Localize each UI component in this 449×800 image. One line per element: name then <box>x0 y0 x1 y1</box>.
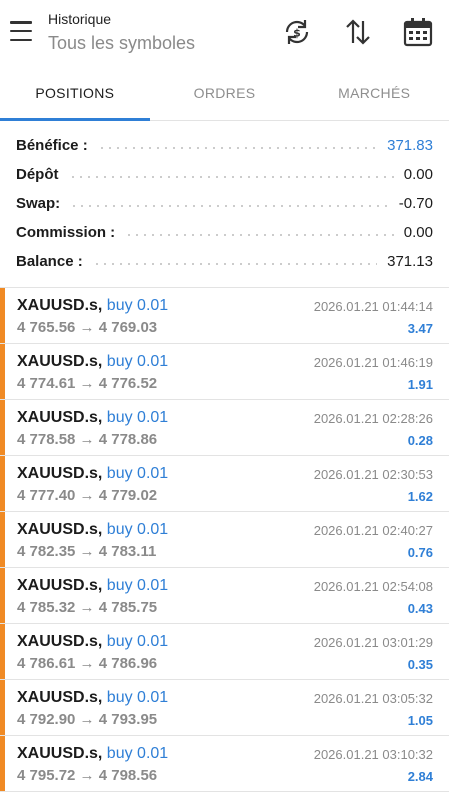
trade-side: buy 0.01 <box>106 297 169 314</box>
open-price: 4 778.58 <box>17 431 76 448</box>
trade-time: 2026.01.21 02:30:53 <box>313 467 433 482</box>
dotted-leader <box>68 175 394 178</box>
trade-time: 2026.01.21 01:44:14 <box>313 299 433 314</box>
open-price: 4 792.90 <box>17 711 76 728</box>
trade-symbol: XAUUSD.s <box>17 297 98 314</box>
svg-text:$: $ <box>293 27 301 40</box>
page-title: Historique <box>48 11 112 27</box>
trade-profit: 0.35 <box>407 657 433 672</box>
summary-row-balance: Balance : 371.13 <box>0 247 449 276</box>
summary-row-commission: Commission : 0.00 <box>0 218 449 247</box>
trade-profit: 0.43 <box>407 601 433 616</box>
summary-panel: Bénéfice : 371.83 Dépôt 0.00 Swap: -0.70… <box>0 131 449 276</box>
tab-markets[interactable]: MARCHÉS <box>299 66 449 120</box>
menu-icon[interactable] <box>10 20 36 42</box>
trade-row[interactable]: XAUUSD.s, buy 0.01 4 792.90 → 4 793.95 2… <box>0 680 449 736</box>
trade-profit: 0.76 <box>407 545 433 560</box>
trade-row[interactable]: XAUUSD.s, buy 0.01 4 777.40 → 4 779.02 2… <box>0 456 449 512</box>
trade-time: 2026.01.21 03:05:32 <box>313 691 433 706</box>
trade-side: buy 0.01 <box>106 353 169 370</box>
trade-side: buy 0.01 <box>106 577 169 594</box>
trade-profit: 1.91 <box>407 377 433 392</box>
trade-row[interactable]: XAUUSD.s, buy 0.01 4 774.61 → 4 776.52 2… <box>0 344 449 400</box>
trade-row[interactable]: XAUUSD.s, buy 0.01 4 786.61 → 4 786.96 2… <box>0 624 449 680</box>
tab-bar: POSITIONS ORDRES MARCHÉS <box>0 66 449 121</box>
trade-profit: 1.62 <box>407 489 433 504</box>
trade-row[interactable]: XAUUSD.s, buy 0.01 4 782.35 → 4 783.11 2… <box>0 512 449 568</box>
summary-row-swap: Swap: -0.70 <box>0 189 449 218</box>
trade-symbol: XAUUSD.s <box>17 465 98 482</box>
symbol-filter[interactable]: Tous les symboles <box>48 33 195 54</box>
trade-time: 2026.01.21 02:28:26 <box>313 411 433 426</box>
summary-label: Bénéfice : <box>16 137 88 154</box>
open-price: 4 786.61 <box>17 655 76 672</box>
dotted-leader <box>125 233 394 236</box>
trade-time: 2026.01.21 01:46:19 <box>313 355 433 370</box>
close-price: 4 769.03 <box>98 319 158 336</box>
summary-label: Swap: <box>16 195 61 212</box>
trade-profit: 3.47 <box>407 321 433 336</box>
open-price: 4 782.35 <box>17 543 76 560</box>
trade-profit: 1.05 <box>407 713 433 728</box>
close-price: 4 779.02 <box>98 487 158 504</box>
open-price: 4 777.40 <box>17 487 76 504</box>
trade-symbol: XAUUSD.s <box>17 633 98 650</box>
calendar-icon[interactable] <box>402 16 434 48</box>
trade-side: buy 0.01 <box>106 465 169 482</box>
open-price: 4 785.32 <box>17 599 76 616</box>
trade-time: 2026.01.21 02:40:27 <box>313 523 433 538</box>
close-price: 4 778.86 <box>98 431 158 448</box>
trade-symbol: XAUUSD.s <box>17 577 98 594</box>
summary-value: 0.00 <box>403 224 433 241</box>
positions-list: XAUUSD.s, buy 0.01 4 765.56 → 4 769.03 2… <box>0 287 449 792</box>
sort-icon[interactable] <box>342 16 374 48</box>
summary-value: 371.83 <box>387 137 433 154</box>
summary-value: -0.70 <box>398 195 433 212</box>
summary-label: Dépôt <box>16 166 59 183</box>
trade-row[interactable]: XAUUSD.s, buy 0.01 4 765.56 → 4 769.03 2… <box>0 288 449 344</box>
tab-orders[interactable]: ORDRES <box>150 66 300 120</box>
trade-profit: 2.84 <box>407 769 433 784</box>
close-price: 4 776.52 <box>98 375 158 392</box>
tab-positions[interactable]: POSITIONS <box>0 66 150 121</box>
open-price: 4 765.56 <box>17 319 76 336</box>
close-price: 4 786.96 <box>98 655 158 672</box>
close-price: 4 793.95 <box>98 711 158 728</box>
open-price: 4 795.72 <box>17 767 76 784</box>
summary-label: Commission : <box>16 224 116 241</box>
close-price: 4 785.75 <box>98 599 158 616</box>
trade-row[interactable]: XAUUSD.s, buy 0.01 4 785.32 → 4 785.75 2… <box>0 568 449 624</box>
trade-symbol: XAUUSD.s <box>17 689 98 706</box>
open-price: 4 774.61 <box>17 375 76 392</box>
trade-side: buy 0.01 <box>106 633 169 650</box>
trade-symbol: XAUUSD.s <box>17 745 98 762</box>
dotted-leader <box>97 146 378 149</box>
trade-symbol: XAUUSD.s <box>17 409 98 426</box>
close-price: 4 783.11 <box>98 543 157 560</box>
trade-symbol: XAUUSD.s <box>17 521 98 538</box>
summary-row-profit: Bénéfice : 371.83 <box>0 131 449 160</box>
trade-side: buy 0.01 <box>106 689 169 706</box>
summary-value: 0.00 <box>403 166 433 183</box>
trade-side: buy 0.01 <box>106 745 169 762</box>
trade-row[interactable]: XAUUSD.s, buy 0.01 4 795.72 → 4 798.56 2… <box>0 736 449 792</box>
trade-time: 2026.01.21 03:01:29 <box>313 635 433 650</box>
top-app-bar: Historique Tous les symboles $ <box>0 0 449 66</box>
currency-swap-icon[interactable]: $ <box>281 16 313 48</box>
dotted-leader <box>92 262 378 265</box>
trade-row[interactable]: XAUUSD.s, buy 0.01 4 778.58 → 4 778.86 2… <box>0 400 449 456</box>
trade-profit: 0.28 <box>407 433 433 448</box>
trade-time: 2026.01.21 02:54:08 <box>313 579 433 594</box>
trade-symbol: XAUUSD.s <box>17 353 98 370</box>
dotted-leader <box>70 204 389 207</box>
trade-side: buy 0.01 <box>106 521 169 538</box>
summary-label: Balance : <box>16 253 83 270</box>
trade-time: 2026.01.21 03:10:32 <box>313 747 433 762</box>
summary-value: 371.13 <box>387 253 433 270</box>
summary-row-deposit: Dépôt 0.00 <box>0 160 449 189</box>
close-price: 4 798.56 <box>98 767 158 784</box>
trade-side: buy 0.01 <box>106 409 169 426</box>
